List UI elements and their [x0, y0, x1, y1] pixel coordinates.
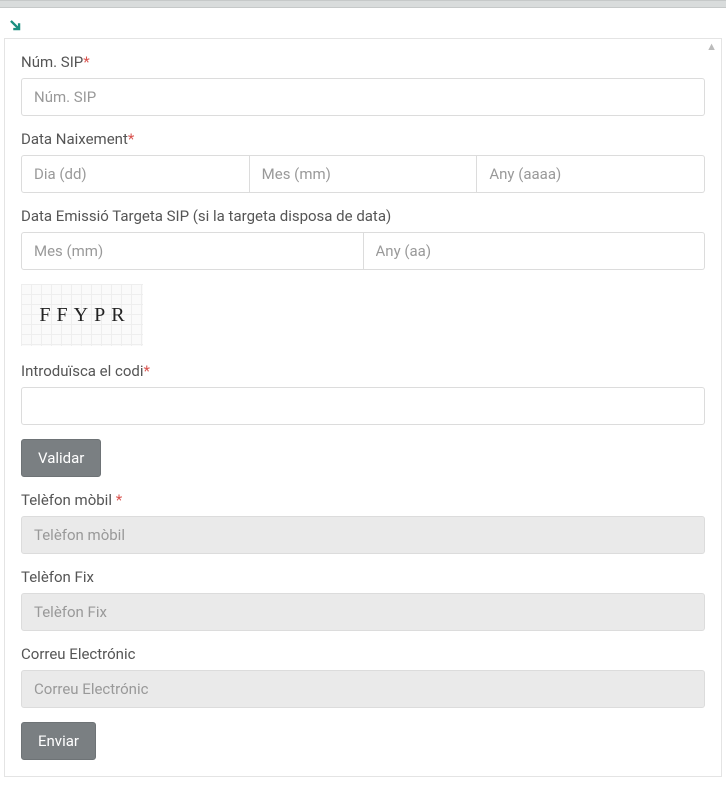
mobile-label-text: Telèfon mòbil — [21, 491, 116, 509]
submit-button[interactable]: Enviar — [21, 722, 96, 760]
email-label: Correu Electrónic — [21, 645, 705, 663]
birth-date-label-text: Data Naixement — [21, 130, 128, 148]
required-mark: * — [116, 491, 122, 509]
issue-date-label: Data Emissió Targeta SIP (si la targeta … — [21, 207, 705, 225]
num-sip-input[interactable] — [21, 78, 705, 116]
field-landline: Telèfon Fix — [21, 568, 705, 631]
captcha-input[interactable] — [21, 387, 705, 425]
num-sip-label: Núm. SIP* — [21, 53, 705, 71]
birth-year-input[interactable] — [477, 155, 705, 193]
form-container: ▲ Núm. SIP* Data Naixement* Data Emissió… — [4, 38, 722, 777]
captcha-label-text: Introduïsca el codi — [21, 362, 144, 380]
issue-year-input[interactable] — [364, 232, 706, 270]
issue-month-input[interactable] — [21, 232, 364, 270]
captcha-image: FFYPR — [21, 284, 143, 346]
expand-arrow-icon[interactable] — [8, 18, 22, 32]
birth-date-row — [21, 155, 705, 193]
mobile-input[interactable] — [21, 516, 705, 554]
validate-button-group: Validar — [21, 439, 705, 477]
field-email: Correu Electrónic — [21, 645, 705, 708]
field-num-sip: Núm. SIP* — [21, 53, 705, 116]
birth-month-input[interactable] — [250, 155, 478, 193]
submit-button-group: Enviar — [21, 722, 705, 760]
landline-label: Telèfon Fix — [21, 568, 705, 586]
required-mark: * — [128, 130, 134, 148]
validate-button[interactable]: Validar — [21, 439, 101, 477]
num-sip-label-text: Núm. SIP — [21, 53, 83, 71]
required-mark: * — [144, 362, 150, 380]
email-input[interactable] — [21, 670, 705, 708]
field-birth-date: Data Naixement* — [21, 130, 705, 193]
landline-input[interactable] — [21, 593, 705, 631]
field-issue-date: Data Emissió Targeta SIP (si la targeta … — [21, 207, 705, 270]
required-mark: * — [83, 53, 89, 71]
scroll-up-cue: ▲ — [706, 41, 717, 52]
birth-date-label: Data Naixement* — [21, 130, 705, 148]
mobile-label: Telèfon mòbil * — [21, 491, 705, 509]
field-captcha-code: Introduïsca el codi* — [21, 362, 705, 425]
issue-date-row — [21, 232, 705, 270]
field-mobile: Telèfon mòbil * — [21, 491, 705, 554]
birth-day-input[interactable] — [21, 155, 250, 193]
top-divider-bar — [0, 0, 726, 8]
captcha-label: Introduïsca el codi* — [21, 362, 705, 380]
